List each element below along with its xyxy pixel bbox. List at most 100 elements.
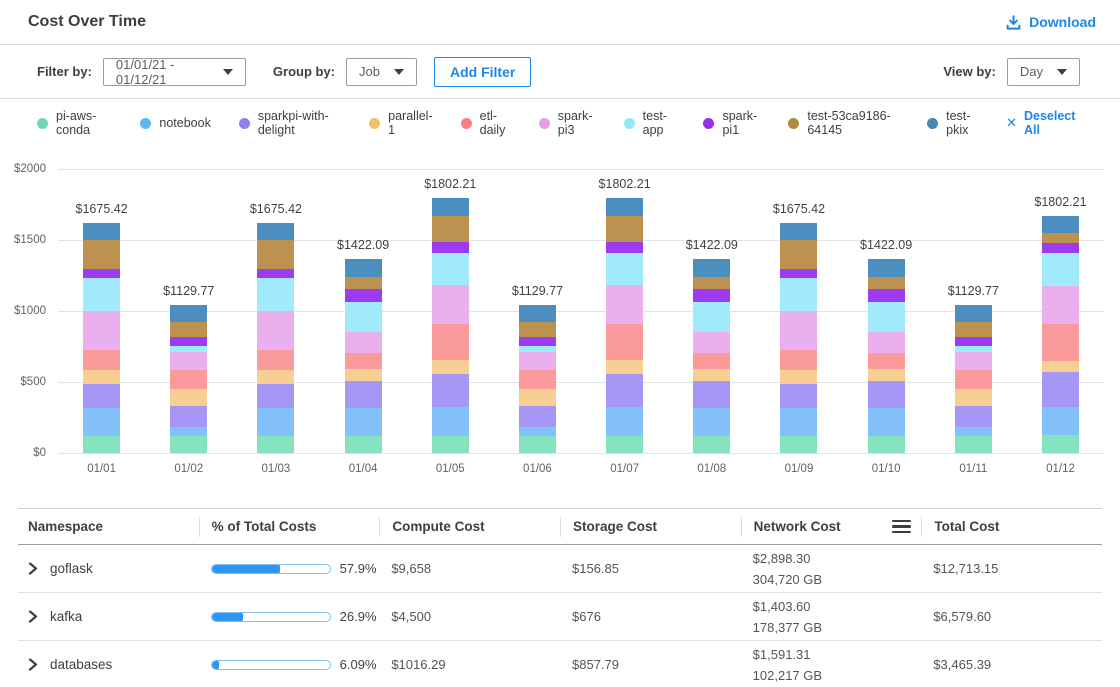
bar-segment-pi-aws-conda[interactable] (170, 436, 207, 453)
bar-segment-parallel-1[interactable] (345, 369, 382, 381)
bar-segment-spark-pi3[interactable] (83, 311, 120, 350)
bar-segment-spark-pi1[interactable] (83, 269, 120, 278)
bar-segment-etl-daily[interactable] (606, 324, 643, 360)
bar-segment-test-53ca9186-64145[interactable] (432, 216, 469, 242)
bar-segment-sparkpi-with-delight[interactable] (345, 381, 382, 408)
legend-item-test-app[interactable]: test-app (624, 109, 676, 137)
stacked-bar-01/10[interactable]: $1422.09 (868, 259, 905, 453)
stacked-bar-01/08[interactable]: $1422.09 (693, 259, 730, 453)
bar-segment-etl-daily[interactable] (693, 353, 730, 369)
stacked-bar-01/03[interactable]: $1675.42 (257, 223, 294, 453)
bar-segment-etl-daily[interactable] (780, 350, 817, 370)
bar-segment-test-app[interactable] (345, 302, 382, 333)
bar-segment-spark-pi1[interactable] (693, 289, 730, 302)
stacked-bar-01/11[interactable]: $1129.77 (955, 305, 992, 453)
date-range-dropdown[interactable]: 01/01/21 - 01/12/21 (103, 58, 246, 86)
bar-segment-etl-daily[interactable] (868, 353, 905, 369)
bar-segment-notebook[interactable] (780, 408, 817, 435)
bar-segment-pi-aws-conda[interactable] (432, 436, 469, 453)
column-header-total-cost[interactable]: Total Cost (921, 517, 1102, 537)
bar-segment-etl-daily[interactable] (170, 370, 207, 389)
bar-segment-pi-aws-conda[interactable] (868, 436, 905, 453)
bar-segment-spark-pi1[interactable] (1042, 243, 1079, 254)
bar-segment-notebook[interactable] (257, 408, 294, 435)
column-header-network-cost[interactable]: Network Cost (741, 517, 922, 537)
legend-item-sparkpi-with-delight[interactable]: sparkpi-with-delight (239, 109, 341, 137)
bar-segment-test-53ca9186-64145[interactable] (519, 322, 556, 337)
bar-segment-sparkpi-with-delight[interactable] (606, 374, 643, 408)
bar-segment-pi-aws-conda[interactable] (693, 436, 730, 453)
group-by-dropdown[interactable]: Job (346, 58, 417, 86)
bar-segment-test-pkix[interactable] (432, 198, 469, 216)
bar-segment-test-pkix[interactable] (693, 259, 730, 277)
expand-chevron-icon[interactable] (28, 658, 38, 671)
bar-segment-etl-daily[interactable] (955, 370, 992, 389)
column-header-storage-cost[interactable]: Storage Cost (560, 517, 741, 537)
stacked-bar-01/09[interactable]: $1675.42 (780, 223, 817, 453)
bar-segment-spark-pi3[interactable] (257, 311, 294, 350)
view-by-dropdown[interactable]: Day (1007, 58, 1080, 86)
bar-segment-test-pkix[interactable] (780, 223, 817, 240)
bar-segment-spark-pi3[interactable] (1042, 286, 1079, 324)
bar-segment-test-53ca9186-64145[interactable] (780, 240, 817, 269)
bar-segment-sparkpi-with-delight[interactable] (257, 384, 294, 408)
bar-segment-parallel-1[interactable] (519, 389, 556, 406)
download-button[interactable]: Download (1005, 14, 1096, 31)
bar-segment-notebook[interactable] (606, 407, 643, 435)
bar-segment-spark-pi3[interactable] (868, 332, 905, 353)
bar-segment-sparkpi-with-delight[interactable] (868, 381, 905, 408)
bar-segment-pi-aws-conda[interactable] (955, 436, 992, 453)
legend-item-etl-daily[interactable]: etl-daily (461, 109, 511, 137)
bar-segment-notebook[interactable] (868, 408, 905, 436)
bar-segment-etl-daily[interactable] (432, 324, 469, 360)
menu-icon[interactable] (892, 520, 911, 534)
stacked-bar-01/04[interactable]: $1422.09 (345, 259, 382, 453)
bar-segment-spark-pi3[interactable] (955, 352, 992, 370)
bar-segment-parallel-1[interactable] (432, 360, 469, 373)
bar-segment-notebook[interactable] (345, 408, 382, 436)
bar-segment-test-pkix[interactable] (83, 223, 120, 240)
bar-segment-notebook[interactable] (432, 407, 469, 435)
legend-item-notebook[interactable]: notebook (140, 116, 210, 130)
bar-segment-test-pkix[interactable] (345, 259, 382, 277)
bar-segment-test-pkix[interactable] (257, 223, 294, 240)
bar-segment-test-app[interactable] (257, 278, 294, 310)
bar-segment-parallel-1[interactable] (83, 370, 120, 384)
table-row-goflask[interactable]: goflask57.9%$9,658$156.85$2,898.30304,72… (18, 545, 1102, 593)
stacked-bar-01/05[interactable]: $1802.21 (432, 198, 469, 453)
expand-chevron-icon[interactable] (28, 562, 38, 575)
bar-segment-sparkpi-with-delight[interactable] (170, 406, 207, 427)
bar-segment-pi-aws-conda[interactable] (1042, 435, 1079, 453)
bar-segment-sparkpi-with-delight[interactable] (83, 384, 120, 408)
stacked-bar-01/01[interactable]: $1675.42 (83, 223, 120, 453)
bar-segment-test-app[interactable] (868, 302, 905, 333)
bar-segment-pi-aws-conda[interactable] (345, 436, 382, 453)
column-header-namespace[interactable]: Namespace (18, 517, 199, 537)
bar-segment-spark-pi3[interactable] (693, 332, 730, 353)
bar-segment-notebook[interactable] (693, 408, 730, 436)
column-header-compute-cost[interactable]: Compute Cost (379, 517, 560, 537)
bar-segment-test-53ca9186-64145[interactable] (606, 216, 643, 242)
bar-segment-test-53ca9186-64145[interactable] (955, 322, 992, 337)
legend-item-pi-aws-conda[interactable]: pi-aws-conda (37, 109, 112, 137)
bar-segment-spark-pi3[interactable] (606, 285, 643, 324)
bar-segment-spark-pi3[interactable] (170, 352, 207, 370)
bar-segment-spark-pi1[interactable] (606, 242, 643, 253)
bar-segment-spark-pi1[interactable] (257, 269, 294, 278)
bar-segment-notebook[interactable] (170, 427, 207, 436)
bar-segment-notebook[interactable] (955, 427, 992, 436)
bar-segment-notebook[interactable] (83, 408, 120, 435)
bar-segment-test-app[interactable] (83, 278, 120, 310)
bar-segment-etl-daily[interactable] (345, 353, 382, 369)
bar-segment-etl-daily[interactable] (1042, 324, 1079, 361)
legend-item-test-53ca9186-64145[interactable]: test-53ca9186-64145 (788, 109, 899, 137)
bar-segment-spark-pi1[interactable] (170, 337, 207, 346)
bar-segment-test-pkix[interactable] (1042, 216, 1079, 233)
stacked-bar-01/06[interactable]: $1129.77 (519, 305, 556, 453)
bar-segment-spark-pi1[interactable] (955, 337, 992, 346)
bar-segment-sparkpi-with-delight[interactable] (519, 406, 556, 427)
expand-chevron-icon[interactable] (28, 610, 38, 623)
bar-segment-test-53ca9186-64145[interactable] (345, 277, 382, 289)
bar-segment-spark-pi1[interactable] (780, 269, 817, 278)
bar-segment-spark-pi3[interactable] (780, 311, 817, 350)
